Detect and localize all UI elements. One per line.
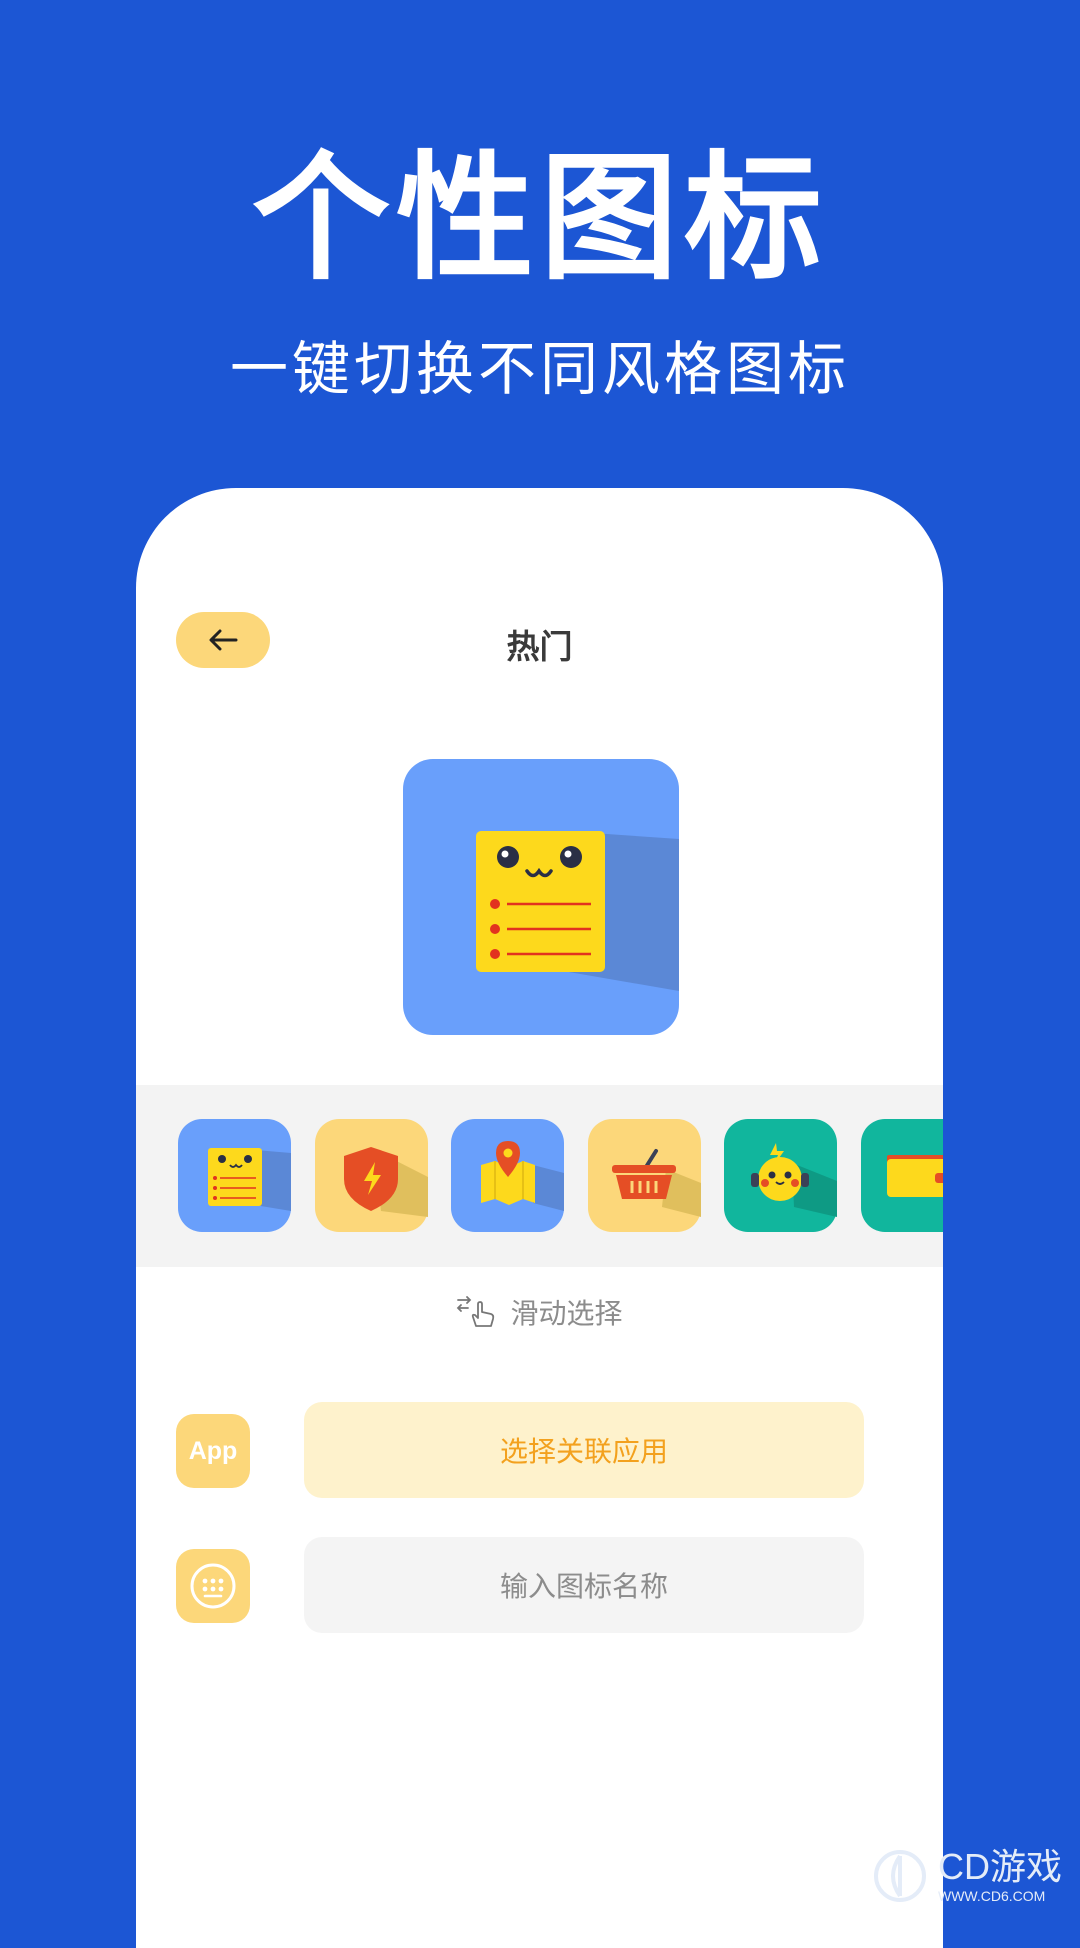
watermark-url: WWW.CD6.COM [938,1888,1046,1904]
swipe-hand-icon [457,1296,495,1327]
wallet-icon[interactable] [861,1119,943,1232]
select-app-button[interactable]: 选择关联应用 [304,1402,864,1498]
watermark: CD游戏 WWW.CD6.COM [872,1848,1062,1904]
map-pin-icon[interactable] [451,1119,564,1232]
icon-carousel[interactable] [136,1085,943,1267]
shield-bolt-icon[interactable] [315,1119,428,1232]
swipe-hint: 滑动选择 [136,1290,943,1334]
cd-logo-icon [874,1850,926,1902]
icon-name-input[interactable]: 输入图标名称 [304,1537,864,1633]
pikachu-headphones-icon[interactable] [724,1119,837,1232]
page-title: 热门 [506,627,573,666]
phone-screen: 热门 滑动选择 App 选择关联应用 输入图标名称 [136,488,943,1948]
shopping-basket-icon[interactable] [588,1119,701,1232]
keyboard-icon [190,1563,236,1609]
notepad-face-icon[interactable] [178,1119,291,1232]
banner-subtitle: 一键切换不同风格图标 [229,335,850,403]
notepad-face-icon [403,759,679,1035]
banner-title: 个性图标 [251,138,828,299]
swipe-hint-label: 滑动选择 [510,1297,623,1330]
app-badge-icon: App [176,1414,250,1488]
watermark-brand: CD游戏 [938,1846,1062,1887]
keyboard-badge [176,1549,250,1623]
